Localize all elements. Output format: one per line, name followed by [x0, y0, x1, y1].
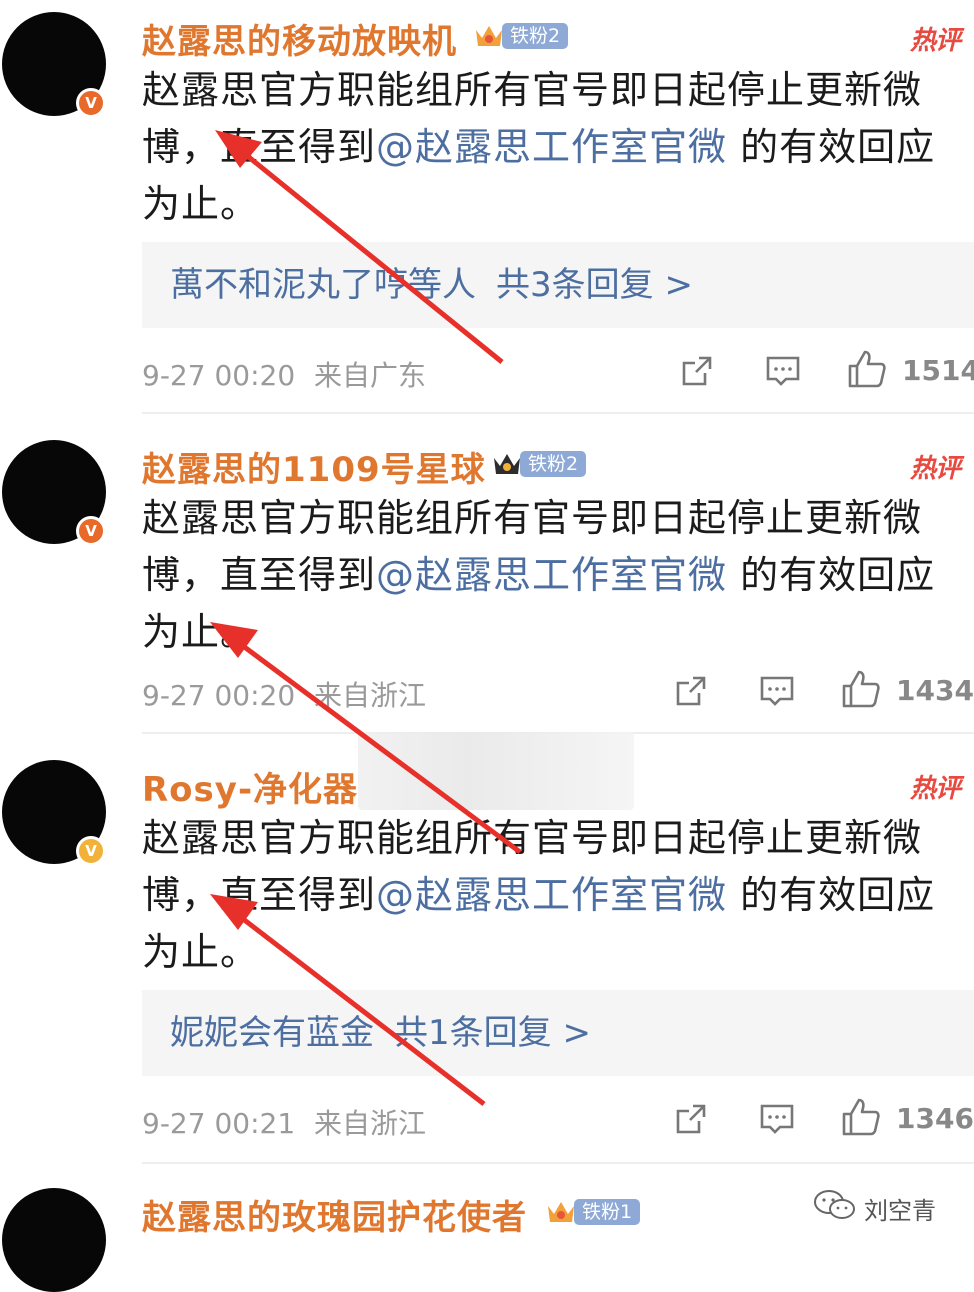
- like-icon[interactable]: [840, 1096, 882, 1138]
- comment-time: 9-27 00:20: [142, 359, 296, 392]
- comment-time: 9-27 00:20: [142, 679, 296, 712]
- reply-preview-users: 妮妮会有蓝金: [170, 1013, 374, 1053]
- verified-badge-icon: V: [76, 516, 106, 546]
- like-count: 1434: [896, 674, 974, 707]
- share-icon[interactable]: [672, 672, 710, 710]
- mention-link[interactable]: @赵露思工作室官微: [376, 873, 727, 917]
- comment-location: 来自浙江: [314, 679, 427, 712]
- divider: [142, 412, 974, 414]
- crown-icon: [492, 449, 522, 479]
- fan-badge-label: 铁粉1: [574, 1199, 641, 1225]
- verified-badge-icon: V: [76, 88, 106, 118]
- fan-badge: 铁粉2: [492, 448, 587, 480]
- reply-count-link[interactable]: 共3条回复 >: [496, 265, 693, 305]
- watermark-text: 刘空青: [864, 1196, 936, 1225]
- username[interactable]: 赵露思的玫瑰园护花使者: [142, 1190, 527, 1239]
- like-icon[interactable]: [840, 668, 882, 710]
- share-icon[interactable]: [678, 352, 716, 390]
- share-icon[interactable]: [672, 1100, 710, 1138]
- hot-comment-label: 热评: [909, 774, 961, 804]
- username[interactable]: 赵露思的1109号星球: [142, 442, 486, 491]
- hot-comment-label: 热评: [909, 454, 961, 484]
- mention-link[interactable]: @赵露思工作室官微: [376, 125, 727, 169]
- comment-time: 9-27 00:21: [142, 1107, 296, 1140]
- crown-icon: [546, 1197, 576, 1227]
- reply-preview[interactable]: 妮妮会有蓝金 共1条回复 >: [142, 990, 974, 1076]
- wechat-icon: [812, 1188, 858, 1228]
- blurred-region: [358, 732, 634, 810]
- comment-meta: 9-27 00:21 来自浙江: [142, 1102, 426, 1142]
- comment-location: 来自浙江: [314, 1107, 427, 1140]
- username[interactable]: 赵露思的移动放映机: [142, 14, 457, 63]
- comment-text: 赵露思官方职能组所有官号即日起停止更新微博，直至得到@赵露思工作室官微 的有效回…: [142, 490, 964, 661]
- hot-comment-label: 热评: [909, 26, 961, 56]
- mention-link[interactable]: @赵露思工作室官微: [376, 553, 727, 597]
- verified-badge-icon: V: [76, 836, 106, 866]
- crown-icon: [474, 21, 504, 51]
- reply-preview[interactable]: 萬不和泥丸了哼等人 共3条回复 >: [142, 242, 974, 328]
- divider: [142, 1162, 974, 1164]
- comment-icon[interactable]: [757, 1100, 797, 1138]
- username[interactable]: Rosy-净化器: [142, 762, 358, 811]
- comment-text: 赵露思官方职能组所有官号即日起停止更新微博，直至得到@赵露思工作室官微 的有效回…: [142, 62, 964, 233]
- like-icon[interactable]: [846, 348, 888, 390]
- comment-location: 来自广东: [314, 359, 427, 392]
- fan-badge-label: 铁粉2: [520, 451, 587, 477]
- comment-icon[interactable]: [757, 672, 797, 710]
- like-count: 1514: [902, 354, 974, 387]
- fan-badge: 铁粉1: [546, 1196, 641, 1228]
- fan-badge: 铁粉2: [474, 20, 569, 52]
- comment-text: 赵露思官方职能组所有官号即日起停止更新微博，直至得到@赵露思工作室官微 的有效回…: [142, 810, 964, 981]
- comment-meta: 9-27 00:20 来自浙江: [142, 674, 426, 714]
- fan-badge-label: 铁粉2: [502, 23, 569, 49]
- reply-count-link[interactable]: 共1条回复 >: [394, 1013, 591, 1053]
- avatar[interactable]: [2, 1188, 106, 1292]
- comment-icon[interactable]: [763, 352, 803, 390]
- reply-preview-users: 萬不和泥丸了哼等人: [170, 265, 476, 305]
- like-count: 1346: [896, 1102, 974, 1135]
- comment-meta: 9-27 00:20 来自广东: [142, 354, 426, 394]
- watermark: 刘空青: [812, 1188, 936, 1228]
